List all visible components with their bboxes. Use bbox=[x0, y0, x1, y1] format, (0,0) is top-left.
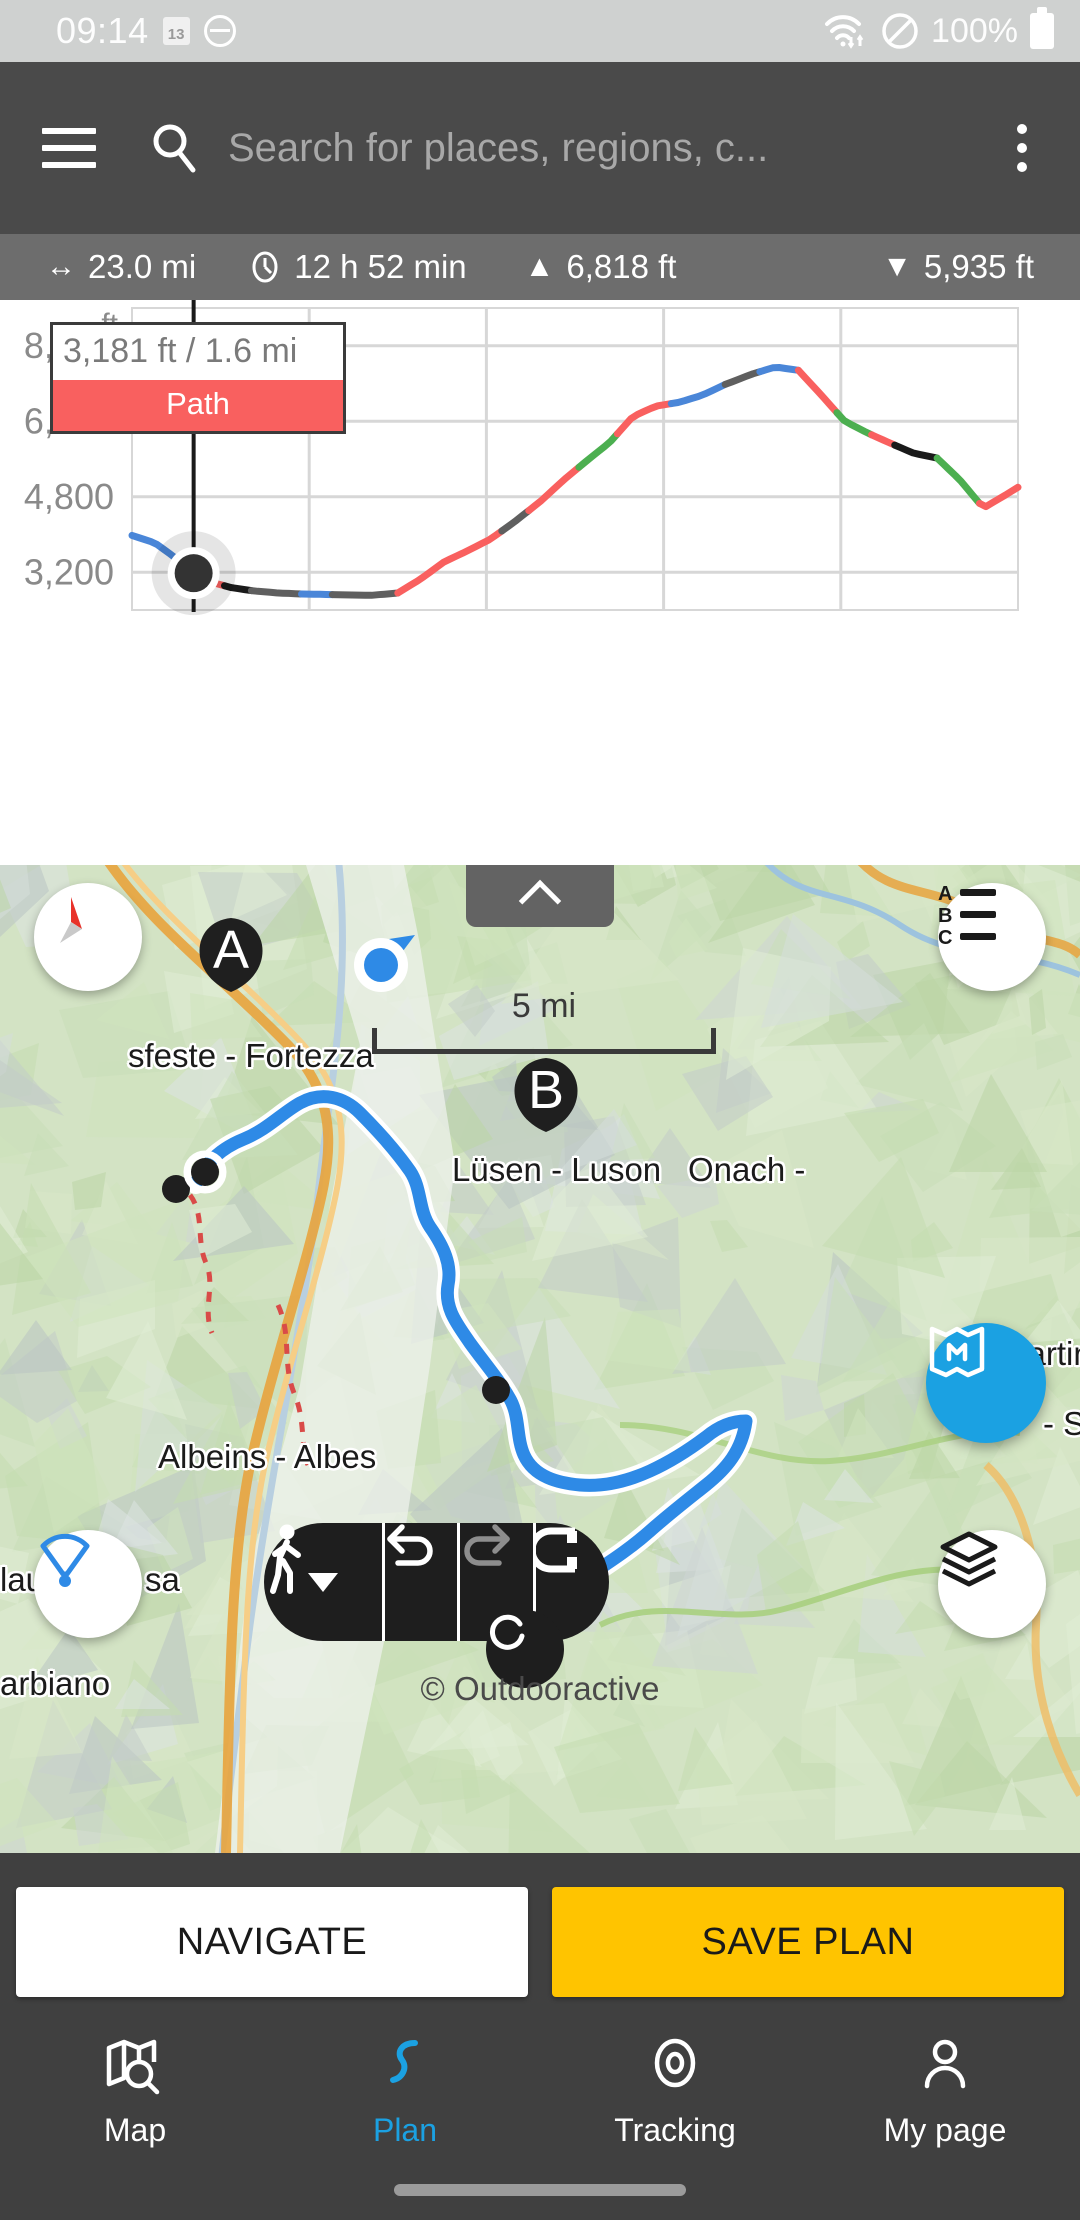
no-sim-icon bbox=[882, 13, 918, 49]
person-icon bbox=[924, 2039, 966, 2089]
rotate-icon bbox=[489, 1614, 525, 1650]
abc-list-icon: A B C bbox=[938, 883, 996, 945]
collapse-chart-button[interactable] bbox=[466, 865, 614, 927]
battery-icon bbox=[1030, 7, 1054, 49]
search-bar[interactable]: Search for places, regions, c... bbox=[148, 120, 992, 176]
navigate-button[interactable]: NAVIGATE bbox=[16, 1887, 528, 1997]
nav-label-map: Map bbox=[103, 2112, 167, 2148]
nav-label-plan: Plan bbox=[372, 2112, 438, 2148]
ascent-icon: ▲ bbox=[524, 250, 555, 283]
svg-text:B: B bbox=[938, 905, 952, 927]
svg-text:A: A bbox=[213, 920, 249, 980]
route-squiggle-icon bbox=[390, 2040, 418, 2083]
nav-label-my-page: My page bbox=[883, 2112, 1007, 2148]
map-style-fab[interactable] bbox=[926, 1323, 1046, 1443]
map-place-label: Albeins - Albes bbox=[158, 1438, 377, 1475]
status-bar: 09:14 13 100% bbox=[0, 0, 1080, 62]
elevation-tooltip: 3,181 ft / 1.6 mi Path bbox=[50, 322, 346, 434]
stat-ascent: ▲ 6,818 ft bbox=[525, 248, 677, 286]
kebab-menu-icon[interactable] bbox=[992, 117, 1052, 179]
map-attribution: © Outdooractive bbox=[420, 1670, 660, 1707]
svg-text:4,800: 4,800 bbox=[24, 476, 114, 517]
bottom-navigation: Map Plan Tracking My page bbox=[0, 2016, 1080, 2220]
clock-icon bbox=[252, 251, 278, 283]
gesture-indicator bbox=[394, 2184, 686, 2196]
chevron-down-icon bbox=[307, 1572, 338, 1592]
nav-item-plan[interactable]: Plan bbox=[270, 2038, 540, 2149]
search-icon bbox=[153, 124, 196, 173]
stat-distance-value: 23.0 mi bbox=[88, 248, 197, 285]
do-not-disturb-icon bbox=[203, 15, 236, 47]
elevation-tooltip-value: 3,181 ft / 1.6 mi bbox=[63, 332, 298, 370]
status-bar-left: 09:14 13 bbox=[56, 10, 236, 52]
layers-icon bbox=[940, 1531, 998, 1587]
location-cone-icon bbox=[40, 1533, 90, 1587]
map-scale-line bbox=[372, 1028, 716, 1054]
elevation-chart-panel[interactable]: ft3,2004,8006,4008,000 3,181 ft / 1.6 mi… bbox=[0, 300, 1080, 865]
app-root: 09:14 13 100% Search for places, regions… bbox=[0, 0, 1080, 2220]
descent-icon: ▼ bbox=[882, 250, 912, 283]
chevron-up-icon bbox=[518, 879, 562, 923]
nav-label-tracking: Tracking bbox=[614, 2112, 736, 2148]
my-location-button[interactable] bbox=[34, 1530, 142, 1638]
map-scale-label: 5 mi bbox=[511, 987, 577, 1025]
compass-icon bbox=[60, 897, 82, 943]
nav-item-map[interactable]: Map bbox=[0, 2038, 270, 2149]
map-place-label: Onach - bbox=[688, 1151, 806, 1188]
stat-descent-value: 5,935 ft bbox=[923, 248, 1034, 285]
stat-duration: 12 h 52 min bbox=[248, 248, 467, 286]
undo-arrow-icon bbox=[386, 1524, 433, 1566]
compass-button[interactable] bbox=[34, 883, 142, 991]
app-bar: Search for places, regions, c... bbox=[0, 62, 1080, 234]
action-bar: NAVIGATE SAVE PLAN bbox=[0, 1868, 1080, 2016]
route-edit-toolbar bbox=[264, 1523, 609, 1641]
battery-percent: 100% bbox=[931, 11, 1018, 50]
svg-text:A: A bbox=[938, 883, 952, 905]
map-place-label: sfeste - Fortezza bbox=[128, 1037, 374, 1074]
map-place-label: Lüsen - Luson bbox=[452, 1151, 662, 1188]
map-fold-icon bbox=[929, 1326, 985, 1378]
redo-arrow-icon bbox=[464, 1524, 511, 1566]
map-place-label: - S bbox=[1043, 1405, 1080, 1442]
distance-icon: ↔ bbox=[46, 250, 76, 283]
stat-descent: ▼ 5,935 ft bbox=[882, 248, 1034, 286]
map-place-label: sa bbox=[145, 1561, 180, 1598]
save-plan-button[interactable]: SAVE PLAN bbox=[552, 1887, 1064, 1997]
activity-type-button[interactable] bbox=[264, 1523, 382, 1641]
route-stats-bar: ↔ 23.0 mi 12 h 52 min ▲ 6,818 ft ▼ 5,935… bbox=[0, 234, 1080, 300]
map-view[interactable]: AB sfeste - Fortezza Lüsen - Luson Onach -… bbox=[0, 865, 1080, 1853]
wifi-icon bbox=[825, 15, 864, 49]
stat-distance: ↔ 23.0 mi bbox=[46, 248, 196, 286]
map-layers-button[interactable] bbox=[938, 1530, 1046, 1638]
stat-ascent-value: 6,818 ft bbox=[566, 248, 677, 285]
nav-item-my-page[interactable]: My page bbox=[810, 2038, 1080, 2149]
nav-item-tracking[interactable]: Tracking bbox=[540, 2038, 810, 2149]
calendar-icon: 13 bbox=[162, 17, 190, 45]
svg-text:3,200: 3,200 bbox=[24, 551, 114, 592]
map-scale-bar: 5 mi bbox=[372, 987, 716, 1054]
hamburger-menu-icon[interactable] bbox=[38, 117, 100, 179]
undo-button[interactable] bbox=[381, 1523, 458, 1641]
waypoint-list-button[interactable]: A B C bbox=[938, 883, 1046, 991]
svg-text:C: C bbox=[938, 927, 952, 945]
magnet-icon bbox=[533, 1527, 578, 1573]
walking-person-icon bbox=[270, 1524, 301, 1594]
search-input[interactable]: Search for places, regions, c... bbox=[228, 126, 768, 171]
target-circle-icon bbox=[654, 2038, 696, 2088]
map-search-icon bbox=[106, 2039, 160, 2095]
svg-text:B: B bbox=[528, 1060, 564, 1120]
elevation-tooltip-type: Path bbox=[53, 380, 343, 431]
status-time: 09:14 bbox=[56, 10, 149, 51]
stat-duration-value: 12 h 52 min bbox=[294, 248, 467, 285]
status-bar-right: 100% bbox=[823, 7, 1054, 51]
